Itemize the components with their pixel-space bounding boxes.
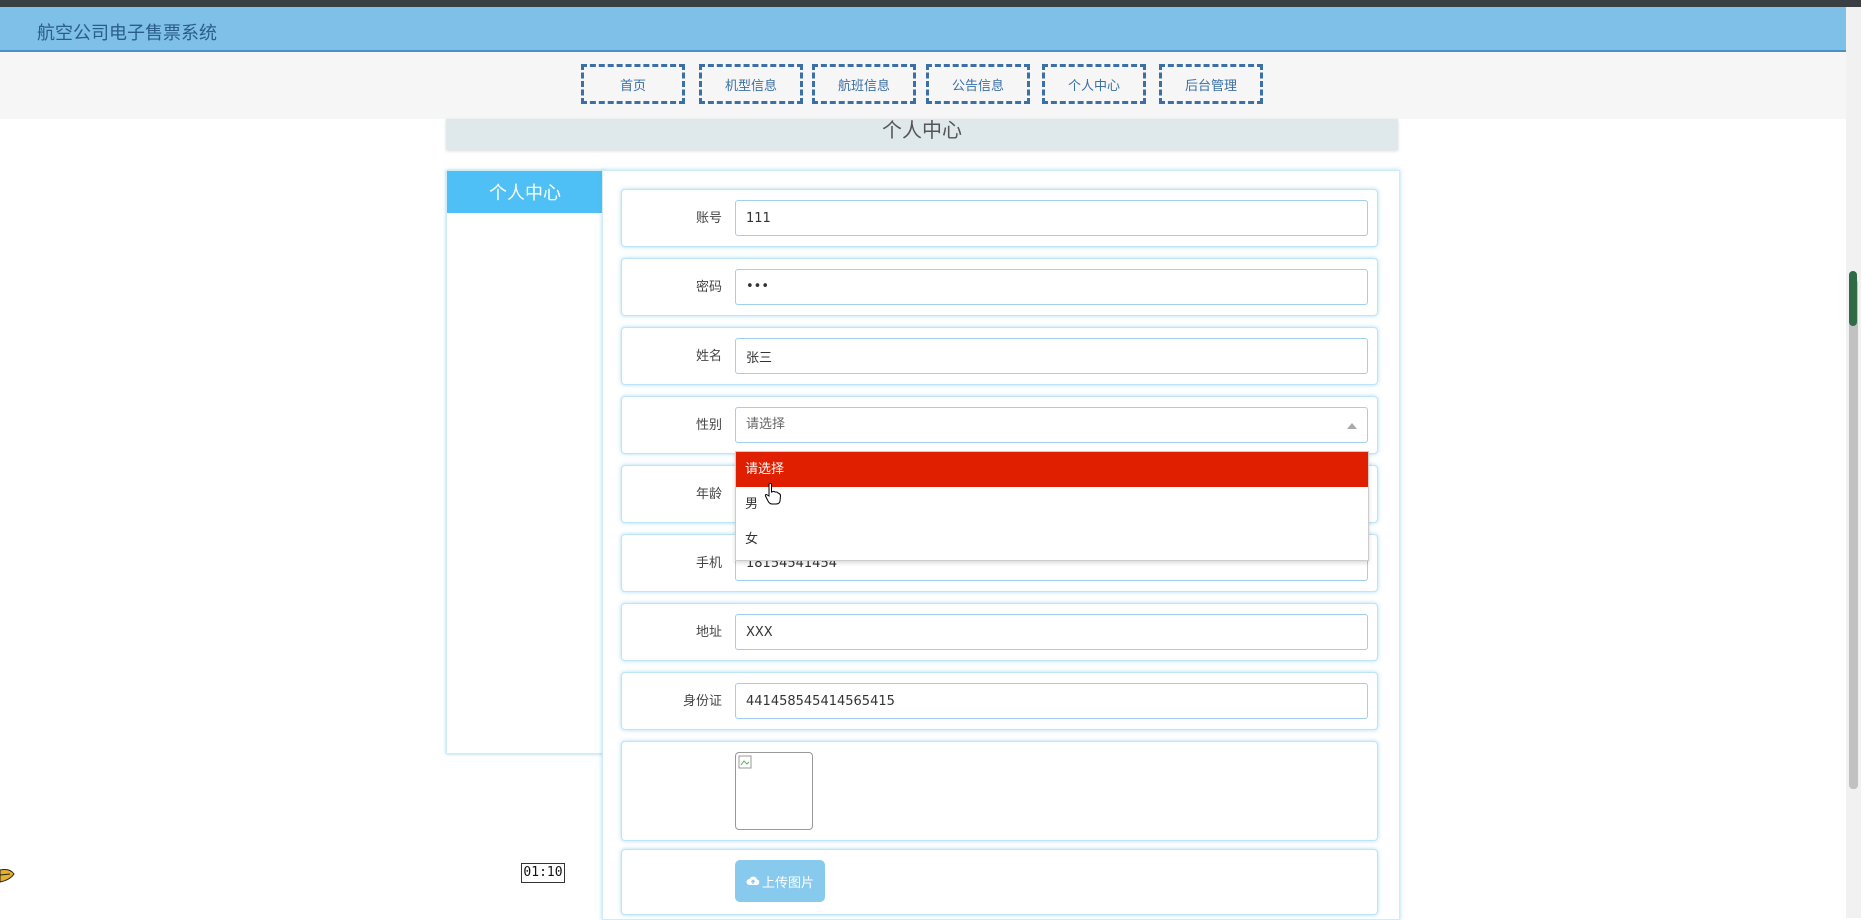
caret-up-icon	[1347, 423, 1357, 429]
gender-label: 性别	[695, 418, 722, 433]
address-label: 地址	[695, 625, 722, 640]
name-label: 姓名	[695, 349, 722, 364]
form-row-address: 地址	[621, 603, 1378, 661]
gender-option-male[interactable]: 男	[736, 487, 1368, 522]
nav-announcements[interactable]: 公告信息	[926, 64, 1030, 104]
app-title: 航空公司电子售票系统	[37, 23, 217, 44]
nav-home[interactable]: 首页	[581, 64, 685, 104]
gender-option-please-select[interactable]: 请选择	[736, 452, 1368, 487]
upload-image-button[interactable]: 上传图片	[735, 860, 825, 902]
broken-image-icon	[738, 755, 752, 769]
form-row-image	[621, 741, 1378, 841]
gender-option-female[interactable]: 女	[736, 522, 1368, 557]
scrollbar-marker	[1849, 271, 1857, 326]
gender-dropdown: 请选择 男 女	[735, 451, 1369, 561]
form-row-account: 账号	[621, 189, 1378, 247]
nav-flight-info[interactable]: 航班信息	[812, 64, 916, 104]
avatar-image-placeholder	[735, 752, 813, 830]
form-row-password: 密码 •••	[621, 258, 1378, 316]
gender-select[interactable]: 请选择	[735, 407, 1368, 443]
vertical-scrollbar[interactable]	[1846, 7, 1861, 918]
sidebar-item-personal-center[interactable]: 个人中心	[447, 171, 603, 213]
form-row-name: 姓名	[621, 327, 1378, 385]
password-input[interactable]: •••	[735, 269, 1368, 305]
nav-personal-center[interactable]: 个人中心	[1042, 64, 1146, 104]
name-input[interactable]	[735, 338, 1368, 374]
account-input[interactable]	[735, 200, 1368, 236]
top-nav: 首页 机型信息 航班信息 公告信息 个人中心 后台管理	[0, 52, 1846, 119]
page-title: 个人中心	[446, 119, 1398, 150]
idcard-label: 身份证	[682, 694, 722, 709]
cloud-upload-icon	[746, 876, 760, 885]
form-row-idcard: 身份证	[621, 672, 1378, 730]
phone-label: 手机	[695, 556, 722, 571]
nav-aircraft-info[interactable]: 机型信息	[699, 64, 803, 104]
account-label: 账号	[695, 211, 722, 226]
form-row-upload: 上传图片	[621, 849, 1378, 915]
idcard-input[interactable]	[735, 683, 1368, 719]
password-label: 密码	[695, 280, 722, 295]
form-row-gender: 性别 请选择	[621, 396, 1378, 454]
scrollbar-thumb[interactable]	[1849, 279, 1858, 789]
timer-badge: 01:10	[521, 863, 565, 883]
address-input[interactable]	[735, 614, 1368, 650]
age-label: 年龄	[695, 487, 722, 502]
nav-admin[interactable]: 后台管理	[1159, 64, 1263, 104]
app-header: 航空公司电子售票系统	[0, 7, 1846, 52]
window-top-strip	[0, 0, 1861, 7]
upload-button-label: 上传图片	[761, 875, 814, 891]
gender-selected-value: 请选择	[746, 417, 786, 432]
mascot-icon	[0, 869, 15, 883]
sidebar: 个人中心	[446, 170, 604, 754]
